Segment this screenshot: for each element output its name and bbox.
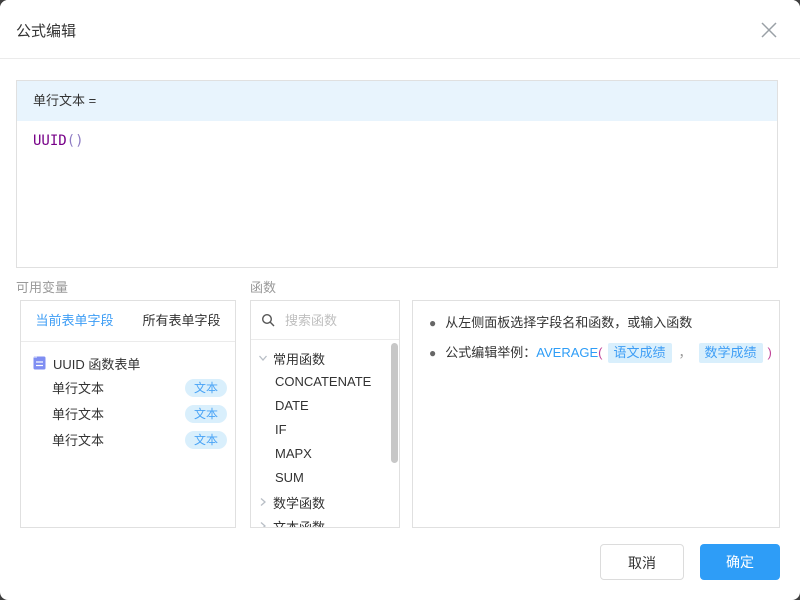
function-group-label: 数学函数 (273, 493, 325, 512)
functions-panel: 常用函数 CONCATENATE DATE IF MAPX SUM 数学函数 文… (250, 300, 400, 528)
bullet-icon: ● (429, 344, 436, 362)
formula-paren-token: () (67, 133, 84, 149)
field-name: 单行文本 (52, 381, 104, 396)
example-field-chip: 数学成绩 (699, 343, 763, 363)
function-item[interactable]: SUM (251, 466, 399, 490)
help-panel: ● 从左侧面板选择字段名和函数，或输入函数 ● 公式编辑举例：AVERAGE( 语… (412, 300, 780, 528)
variables-tree: UUID 函数表单 单行文本 文本 单行文本 文本 单行文本 文本 (21, 342, 235, 454)
field-name: 单行文本 (52, 407, 104, 422)
tab-all-form-fields[interactable]: 所有表单字段 (128, 301, 235, 341)
field-row[interactable]: 单行文本 文本 (21, 402, 235, 428)
function-group-common[interactable]: 常用函数 (251, 346, 399, 370)
function-group-label: 文本函数 (273, 517, 325, 529)
form-document-icon (33, 356, 46, 370)
example-field-chip: 语文成绩 (608, 343, 672, 363)
field-type-badge: 文本 (185, 379, 227, 397)
help-tip-2-prefix: 公式编辑举例： (445, 344, 536, 362)
formula-editor: 单行文本 = UUID() (16, 80, 778, 268)
chevron-down-icon (257, 352, 269, 364)
help-tip-1: ● 从左侧面板选择字段名和函数，或输入函数 (429, 314, 779, 332)
function-item[interactable]: CONCATENATE (251, 370, 399, 394)
field-type-badge: 文本 (185, 405, 227, 423)
cancel-button[interactable]: 取消 (600, 544, 684, 580)
field-name: 单行文本 (52, 433, 104, 448)
close-icon[interactable] (760, 21, 778, 39)
function-group-label: 常用函数 (273, 349, 325, 368)
function-search (251, 301, 399, 340)
page-title: 公式编辑 (16, 20, 76, 41)
field-row[interactable]: 单行文本 文本 (21, 376, 235, 402)
field-row[interactable]: 单行文本 文本 (21, 428, 235, 454)
scrollbar-thumb[interactable] (391, 343, 398, 463)
help-tip-2: ● 公式编辑举例：AVERAGE( 语文成绩 ， 数学成绩) (429, 343, 779, 363)
function-group-text[interactable]: 文本函数 (251, 514, 399, 528)
tree-form-label: UUID 函数表单 (53, 354, 140, 373)
example-close-paren: ) (768, 344, 772, 362)
formula-function-token: UUID (33, 133, 67, 149)
bullet-icon: ● (429, 314, 436, 332)
formula-assign-label: 单行文本 = (17, 81, 777, 121)
example-function-name: AVERAGE (536, 344, 598, 362)
tab-current-form-fields[interactable]: 当前表单字段 (21, 301, 128, 341)
example-comma: ， (679, 344, 692, 362)
formula-code-area[interactable]: UUID() (17, 121, 777, 161)
function-item[interactable]: IF (251, 418, 399, 442)
function-item[interactable]: DATE (251, 394, 399, 418)
example-open-paren: ( (598, 344, 602, 362)
chevron-right-icon (257, 520, 269, 528)
chevron-right-icon (257, 496, 269, 508)
variables-section-label: 可用变量 (16, 277, 68, 296)
function-group-math[interactable]: 数学函数 (251, 490, 399, 514)
dialog-header: 公式编辑 (0, 0, 800, 59)
confirm-button[interactable]: 确定 (700, 544, 780, 580)
search-icon (261, 313, 275, 327)
variables-tabs: 当前表单字段 所有表单字段 (21, 301, 235, 342)
variables-panel: 当前表单字段 所有表单字段 UUID 函数表单 单行文本 文本 单行文本 文本 … (20, 300, 236, 528)
function-item[interactable]: MAPX (251, 442, 399, 466)
function-list: 常用函数 CONCATENATE DATE IF MAPX SUM 数学函数 文… (251, 340, 399, 528)
help-tip-1-text: 从左侧面板选择字段名和函数，或输入函数 (445, 314, 692, 332)
tree-node-form[interactable]: UUID 函数表单 (21, 350, 235, 376)
functions-section-label: 函数 (250, 277, 276, 296)
field-type-badge: 文本 (185, 431, 227, 449)
formula-edit-dialog: 公式编辑 单行文本 = UUID() 可用变量 函数 当前表单字段 所有表单字段… (0, 0, 800, 600)
search-input[interactable] (283, 312, 387, 329)
